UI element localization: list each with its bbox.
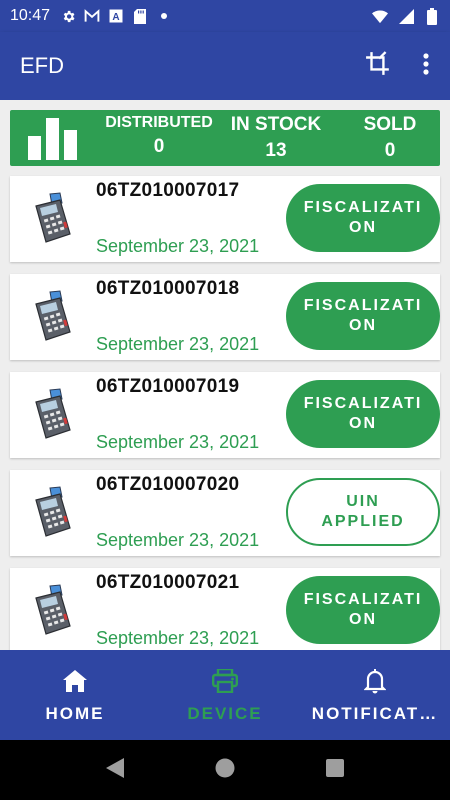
nav-notifications-label: NOTIFICAT… [311,704,439,723]
a-icon: A [108,8,124,24]
nav-notifications[interactable]: NOTIFICAT… [300,650,450,740]
back-button[interactable] [95,750,135,790]
device-date: September 23, 2021 [96,432,260,452]
system-navigation-bar [0,740,450,800]
stock-summary-bar: DISTRIBUTED 0 IN STOCK 13 SOLD 0 [10,110,440,166]
device-serial: 06TZ010007019 [96,376,240,397]
device-card[interactable]: 06TZ010007021 September 23, 2021 FISCALI… [10,568,440,650]
nav-home-label: HOME [45,704,105,723]
crop-icon [365,50,391,82]
recents-button[interactable] [315,750,355,790]
crop-button[interactable] [354,42,402,90]
app-bar: EFD [0,32,450,100]
device-card[interactable]: 06TZ010007018 September 23, 2021 FISCALI… [10,274,440,360]
home-circle-icon [215,758,235,783]
sold-value: 0 [384,140,396,161]
device-date: September 23, 2021 [96,236,260,256]
status-notification-icons: A [60,8,172,24]
wifi-icon [372,8,388,24]
status-system-icons [372,7,440,25]
in-stock-label: IN STOCK [230,114,322,135]
device-date: September 23, 2021 [96,530,260,550]
distributed-value: 0 [153,136,165,157]
svg-text:A: A [112,12,119,23]
more-vert-icon [423,52,429,80]
summary-in-stock: IN STOCK 13 [216,114,336,162]
summary-distributed: DISTRIBUTED 0 [96,114,222,158]
efd-device-icon [30,290,76,342]
app-title: EFD [20,53,64,78]
device-card[interactable]: 06TZ010007020 September 23, 2021 UIN APP… [10,470,440,556]
device-card[interactable]: 06TZ010007019 September 23, 2021 FISCALI… [10,372,440,458]
device-card[interactable]: 06TZ010007017 September 23, 2021 FISCALI… [10,176,440,262]
nav-device[interactable]: DEVICE [150,650,300,740]
device-serial: 06TZ010007017 [96,180,240,201]
gmail-icon [84,8,100,24]
in-stock-value: 13 [265,140,287,161]
gear-icon [60,8,76,24]
device-serial: 06TZ010007021 [96,572,240,593]
app-bar-actions [354,42,450,90]
distributed-label: DISTRIBUTED [105,114,213,131]
status-time: 10:47 [10,7,51,24]
fiscalization-button[interactable]: FISCALIZATION [286,184,440,252]
device-content: DISTRIBUTED 0 IN STOCK 13 SOLD 0 06TZ010… [0,100,450,650]
device-date: September 23, 2021 [96,334,260,354]
sold-label: SOLD [363,114,417,135]
nav-home[interactable]: HOME [0,650,150,740]
efd-device-icon [30,486,76,538]
bar-chart-icon [28,118,78,165]
uin-applied-button[interactable]: UIN APPLIED [286,478,440,546]
dot-icon [156,8,172,24]
device-serial: 06TZ010007018 [96,278,240,299]
home-icon [63,666,87,696]
more-options-button[interactable] [402,42,450,90]
bottom-navigation: HOME DEVICE NOTIFICAT… [0,650,450,740]
battery-icon [424,7,440,25]
device-date: September 23, 2021 [96,628,260,648]
nav-device-label: DEVICE [187,704,263,723]
efd-device-icon [30,388,76,440]
back-triangle-icon [106,757,124,783]
home-system-button[interactable] [205,750,245,790]
bell-icon [364,666,386,696]
status-bar: 10:47 A [0,0,450,32]
fiscalization-button[interactable]: FISCALIZATION [286,380,440,448]
device-serial: 06TZ010007020 [96,474,240,495]
efd-device-icon [30,192,76,244]
summary-sold: SOLD 0 [340,114,440,162]
recents-square-icon [326,758,344,782]
efd-device-icon [30,584,76,636]
device-list: 06TZ010007017 September 23, 2021 FISCALI… [10,176,440,650]
fiscalization-button[interactable]: FISCALIZATION [286,282,440,350]
fiscalization-button[interactable]: FISCALIZATION [286,576,440,644]
sd-card-icon [132,8,148,24]
signal-icon [398,8,414,24]
printer-icon [212,666,238,696]
